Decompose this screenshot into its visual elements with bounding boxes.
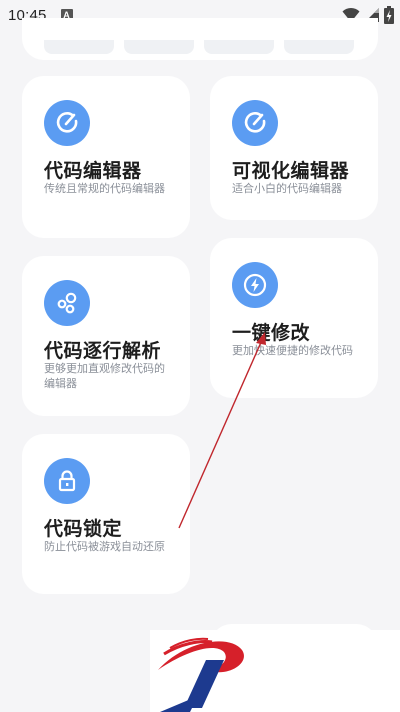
lock-icon [44, 458, 90, 504]
bubbles-icon [44, 280, 90, 326]
card-description: 传统且常规的代码编辑器 [44, 183, 165, 195]
card-line-parser[interactable]: 代码逐行解析 更够更加直观修改代码的编辑器 [22, 256, 190, 416]
edit-icon [232, 100, 278, 146]
card-visual-editor[interactable]: 可视化编辑器 适合小白的代码编辑器 [210, 76, 378, 220]
top-card-item[interactable] [124, 40, 194, 54]
card-title: 代码锁定 [44, 519, 123, 540]
card-title: 代码逐行解析 [44, 341, 162, 362]
card-title: 一键修改 [232, 323, 311, 344]
card-title: 可视化编辑器 [232, 161, 350, 182]
top-card-item[interactable] [44, 40, 114, 54]
top-card-partial[interactable] [22, 18, 378, 60]
card-code-editor[interactable]: 代码编辑器 传统且常规的代码编辑器 [22, 76, 190, 238]
lightning-icon [232, 262, 278, 308]
card-description: 防止代码被游戏自动还原 [44, 541, 165, 553]
card-description: 适合小白的代码编辑器 [232, 183, 342, 195]
top-card-item[interactable] [284, 40, 354, 54]
battery-charging-icon [384, 6, 394, 29]
card-one-click-modify[interactable]: 一键修改 更加快速便捷的修改代码 [210, 238, 378, 398]
edit-icon [44, 100, 90, 146]
card-title: 代码编辑器 [44, 161, 142, 182]
card-description: 更够更加直观修改代码的编辑器 [44, 363, 165, 390]
top-card-item[interactable] [204, 40, 274, 54]
watermark-logo [150, 630, 400, 712]
card-description: 更加快速便捷的修改代码 [232, 345, 353, 357]
card-code-lock[interactable]: 代码锁定 防止代码被游戏自动还原 [22, 434, 190, 594]
